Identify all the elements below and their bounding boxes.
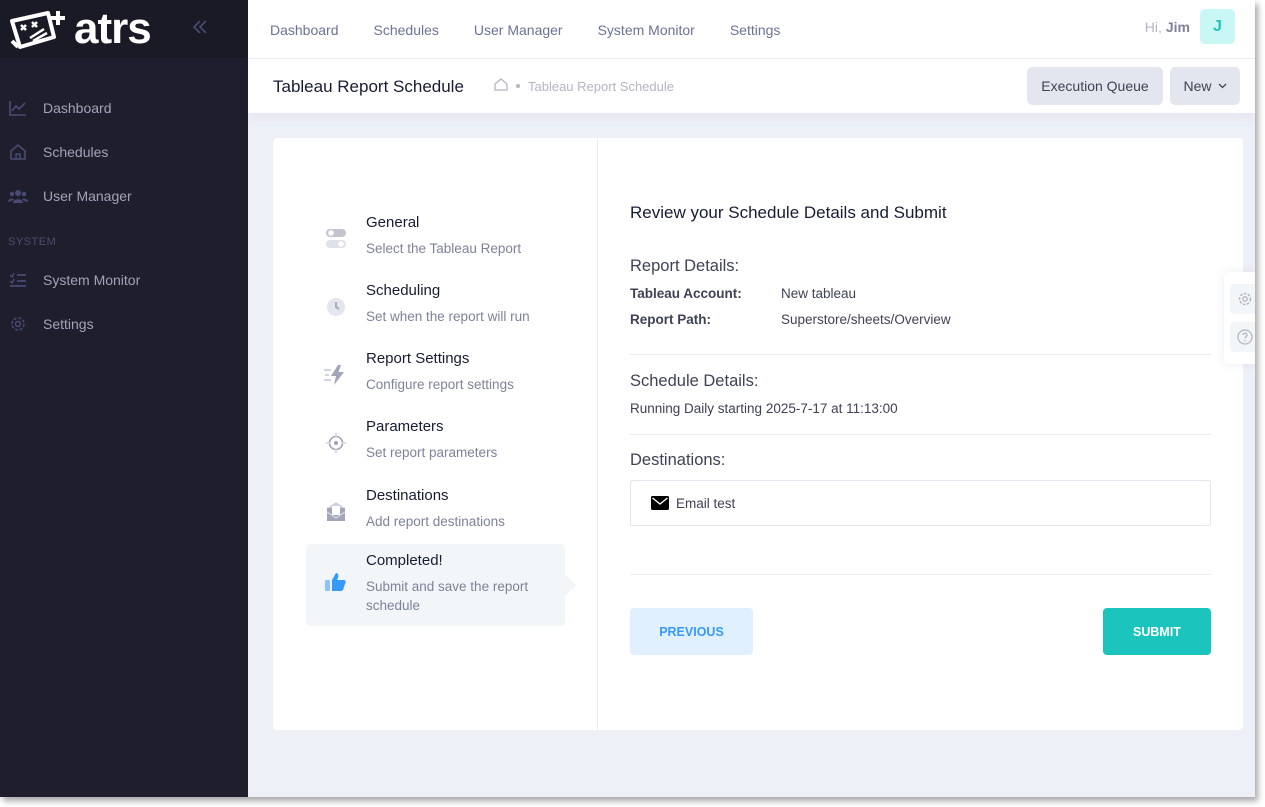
step-description: Add report destinations <box>366 514 505 529</box>
wizard-card: General Select the Tableau Report Schedu… <box>273 138 1243 730</box>
clock-icon <box>306 282 366 326</box>
user-name: Jim <box>1165 18 1190 35</box>
subheader: Tableau Report Schedule Tableau Report S… <box>248 59 1255 113</box>
sidebar-item-label: Settings <box>43 316 94 332</box>
destination-label: Email test <box>676 495 736 511</box>
sidebar-item-schedules[interactable]: Schedules <box>0 130 248 174</box>
step-description: Submit and save the report schedule <box>366 579 529 613</box>
user-greeting: Hi, <box>1144 18 1162 35</box>
report-path-row: Report Path: Superstore/sheets/Overview <box>630 312 951 327</box>
sidebar-menu: Dashboard Schedules User Manager SYSTEM <box>0 58 248 346</box>
step-title: Completed! <box>366 552 443 569</box>
breadcrumb-current[interactable]: Tableau Report Schedule <box>528 79 674 94</box>
sidebar-item-user-manager[interactable]: User Manager <box>0 174 248 218</box>
step-description: Set report parameters <box>366 445 498 460</box>
step-title: Scheduling <box>366 282 441 299</box>
sidebar-item-dashboard[interactable]: Dashboard <box>0 86 248 130</box>
sidebar-item-settings[interactable]: Settings <box>0 302 248 346</box>
envelope-icon <box>651 496 669 510</box>
sticky-help-button[interactable] <box>1230 322 1255 352</box>
thumbs-up-icon <box>306 552 366 626</box>
wizard-step-general[interactable]: General Select the Tableau Report <box>306 214 565 258</box>
sticky-toolbar <box>1224 272 1255 364</box>
sidebar-item-system-monitor[interactable]: System Monitor <box>0 258 248 302</box>
logo-icon <box>10 11 65 49</box>
topnav-dashboard[interactable]: Dashboard <box>270 22 339 38</box>
users-icon <box>8 186 28 206</box>
divider <box>630 354 1211 355</box>
list-check-icon <box>8 270 28 290</box>
sidebar-collapse-button[interactable] <box>189 16 211 38</box>
step-description: Configure report settings <box>366 377 514 392</box>
step-title: General <box>366 214 420 231</box>
gear-icon <box>1238 292 1252 306</box>
sidebar-item-label: System Monitor <box>43 272 141 288</box>
top-nav: Dashboard Schedules User Manager System … <box>270 0 815 59</box>
chart-line-icon <box>8 98 28 118</box>
step-description: Select the Tableau Report <box>366 241 522 256</box>
wizard-step-completed[interactable]: Completed! Submit and save the report sc… <box>306 544 576 626</box>
gear-icon <box>8 314 28 334</box>
sticky-settings-button[interactable] <box>1230 284 1255 314</box>
new-button-label: New <box>1183 78 1212 94</box>
schedule-details-heading: Schedule Details: <box>630 372 759 390</box>
mailbox-icon <box>306 487 366 531</box>
step-title: Parameters <box>366 418 444 435</box>
avatar[interactable]: J <box>1200 9 1235 44</box>
previous-button[interactable]: PREVIOUS <box>630 608 753 655</box>
logo[interactable]: atrs <box>8 4 152 53</box>
new-dropdown-button[interactable]: New <box>1170 67 1240 105</box>
breadcrumb: Tableau Report Schedule <box>494 78 674 94</box>
wizard-steps: General Select the Tableau Report Schedu… <box>273 138 598 730</box>
menu-section-system: SYSTEM <box>8 236 57 248</box>
toggle-icon <box>306 214 366 258</box>
top-header: Dashboard Schedules User Manager System … <box>248 0 1255 59</box>
wizard-step-report-settings[interactable]: Report Settings Configure report setting… <box>306 350 565 394</box>
tableau-account-value: New tableau <box>781 286 857 301</box>
double-chevron-left-icon <box>192 20 207 34</box>
execution-queue-button[interactable]: Execution Queue <box>1027 67 1163 105</box>
divider <box>630 434 1211 435</box>
lightning-icon <box>306 350 366 394</box>
chevron-down-icon <box>1218 83 1226 89</box>
review-title: Review your Schedule Details and Submit <box>630 203 947 222</box>
app-window: atrs Dashboard Schedules User Manager SY… <box>0 0 1255 797</box>
home-icon <box>8 142 28 162</box>
target-icon <box>306 418 366 462</box>
wizard-step-destinations[interactable]: Destinations Add report destinations <box>306 487 565 531</box>
tableau-account-label: Tableau Account: <box>630 286 742 301</box>
destination-item: Email test <box>630 480 1211 526</box>
report-path-value: Superstore/sheets/Overview <box>781 312 951 327</box>
report-path-label: Report Path: <box>630 312 711 327</box>
submit-button[interactable]: SUBMIT <box>1103 608 1211 655</box>
page-title: Tableau Report Schedule <box>273 77 464 96</box>
destinations-heading: Destinations: <box>630 451 726 469</box>
wizard-step-parameters[interactable]: Parameters Set report parameters <box>306 418 565 462</box>
step-title: Destinations <box>366 487 449 504</box>
question-icon <box>1237 329 1253 345</box>
step-title: Report Settings <box>366 350 470 367</box>
topnav-system-monitor[interactable]: System Monitor <box>598 22 695 38</box>
tableau-account-row: Tableau Account: New tableau <box>630 286 856 301</box>
topnav-settings[interactable]: Settings <box>730 22 781 38</box>
divider <box>630 574 1211 575</box>
sidebar-item-label: Schedules <box>43 144 109 160</box>
sidebar-item-label: User Manager <box>43 188 132 204</box>
wizard-step-scheduling[interactable]: Scheduling Set when the report will run <box>306 282 565 326</box>
topnav-user-manager[interactable]: User Manager <box>474 22 563 38</box>
user-menu[interactable]: Hi, Jim J <box>1145 9 1235 44</box>
sidebar: atrs Dashboard Schedules User Manager SY… <box>0 0 248 797</box>
brand: atrs <box>0 0 248 58</box>
report-details-heading: Report Details: <box>630 257 740 275</box>
logo-text: atrs <box>74 4 152 53</box>
home-icon[interactable] <box>494 78 508 94</box>
sidebar-item-label: Dashboard <box>43 100 112 116</box>
step-description: Set when the report will run <box>366 309 530 324</box>
schedule-summary: Running Daily starting 2025-7-17 at 11:1… <box>630 401 898 416</box>
breadcrumb-separator <box>516 84 520 88</box>
topnav-schedules[interactable]: Schedules <box>374 22 439 38</box>
